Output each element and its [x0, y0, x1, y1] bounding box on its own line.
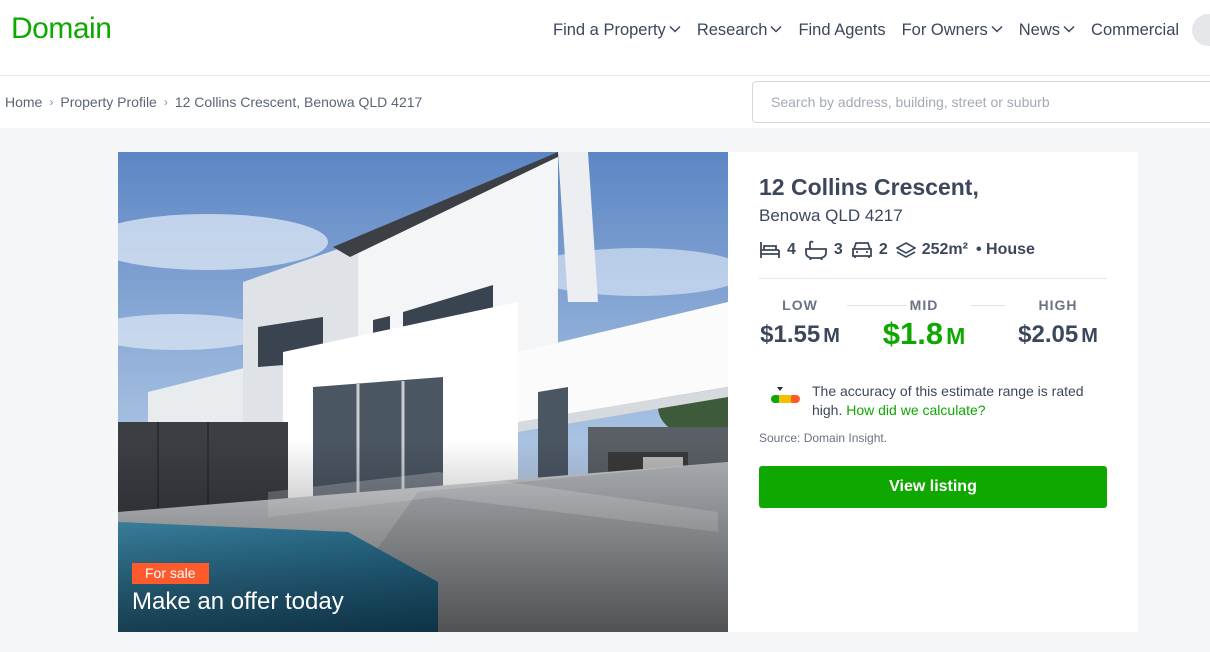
mid-value: $1.8 M: [879, 316, 969, 352]
chevron-right-icon: ›: [163, 95, 168, 109]
domain-logo[interactable]: Domain: [11, 12, 112, 46]
nav-find-agents[interactable]: Find Agents: [798, 21, 885, 40]
feature-parking: 2: [851, 241, 888, 259]
breadcrumb-property-profile[interactable]: Property Profile: [60, 94, 156, 110]
mid-label: MID: [909, 297, 939, 313]
chevron-down-icon: [770, 25, 782, 33]
feature-land-size: 252m²: [895, 241, 968, 259]
estimate-high: HIGH $2.05 M: [1009, 297, 1107, 349]
search-box: [752, 81, 1210, 123]
property-summary-card: 12 Collins Crescent, Benowa QLD 4217 4 3…: [728, 152, 1138, 632]
parking-count: 2: [878, 241, 888, 258]
estimate-low: LOW $1.55 M: [759, 297, 841, 349]
nav-label: News: [1018, 20, 1061, 39]
nav-label: Research: [696, 20, 768, 39]
estimate-mid: MID $1.8 M: [879, 297, 969, 352]
nav-for-owners[interactable]: For Owners: [902, 21, 1003, 40]
divider: [759, 278, 1107, 279]
low-amount: $1.55: [760, 321, 821, 348]
high-amount: $2.05: [1018, 321, 1079, 348]
price-estimate-range: LOW $1.55 M MID $1.8 M HIGH $2.05 M: [759, 297, 1107, 357]
nav-label: Find Agents: [798, 20, 886, 39]
view-listing-button[interactable]: View listing: [759, 466, 1107, 508]
high-label: HIGH: [1038, 297, 1078, 313]
main-nav: Find a Property Research Find Agents For…: [553, 0, 1195, 60]
for-sale-badge: For sale: [132, 563, 209, 584]
how-calculated-link[interactable]: How did we calculate?: [846, 402, 985, 418]
chevron-right-icon: ›: [49, 95, 54, 109]
breadcrumb-home[interactable]: Home: [5, 94, 42, 110]
nav-commercial[interactable]: Commercial: [1091, 21, 1179, 40]
accuracy-meter-icon: [771, 387, 800, 403]
search-input[interactable]: [753, 82, 1210, 122]
accuracy-text: The accuracy of this estimate range is r…: [812, 382, 1107, 420]
mid-unit: M: [946, 323, 966, 349]
range-connector: [971, 305, 1005, 306]
nav-label: Commercial: [1091, 20, 1180, 39]
high-unit: M: [1081, 325, 1098, 347]
nav-find-a-property[interactable]: Find a Property: [553, 21, 681, 40]
estimate-source: Source: Domain Insight.: [759, 431, 888, 445]
low-unit: M: [823, 325, 840, 347]
bed-icon: [760, 242, 780, 258]
site-header: Domain Find a Property Research Find Age…: [0, 0, 1210, 76]
beds-count: 4: [787, 241, 796, 258]
breadcrumb: Home › Property Profile › 12 Collins Cre…: [5, 94, 422, 110]
address-line-1: 12 Collins Crescent,: [759, 174, 979, 200]
photo-caption: Make an offer today: [132, 588, 344, 615]
car-icon: [851, 242, 872, 258]
mid-amount: $1.8: [882, 316, 944, 351]
land-size-icon: [895, 242, 916, 258]
chevron-down-icon: [1063, 25, 1075, 33]
property-features: 4 3 2 252m² • House: [759, 240, 1043, 260]
property-photo[interactable]: For sale Make an offer today: [118, 152, 728, 632]
high-value: $2.05 M: [1009, 321, 1107, 349]
feature-beds: 4: [759, 241, 796, 259]
low-label: LOW: [782, 297, 818, 313]
chevron-down-icon: [991, 25, 1003, 33]
nav-label: Find a Property: [553, 20, 666, 39]
nav-research[interactable]: Research: [697, 21, 783, 40]
address-line-2: Benowa QLD 4217: [759, 206, 903, 225]
property-type: • House: [975, 241, 1035, 258]
house-image: [118, 152, 728, 632]
low-value: $1.55 M: [759, 321, 841, 349]
nav-news[interactable]: News: [1019, 21, 1075, 40]
chevron-down-icon: [669, 25, 681, 33]
nav-label: For Owners: [901, 20, 988, 39]
breadcrumb-current: 12 Collins Crescent, Benowa QLD 4217: [174, 94, 423, 110]
feature-baths: 3: [804, 240, 843, 260]
bath-icon: [805, 240, 827, 260]
baths-count: 3: [833, 241, 843, 258]
land-size-value: 252m²: [921, 241, 968, 258]
